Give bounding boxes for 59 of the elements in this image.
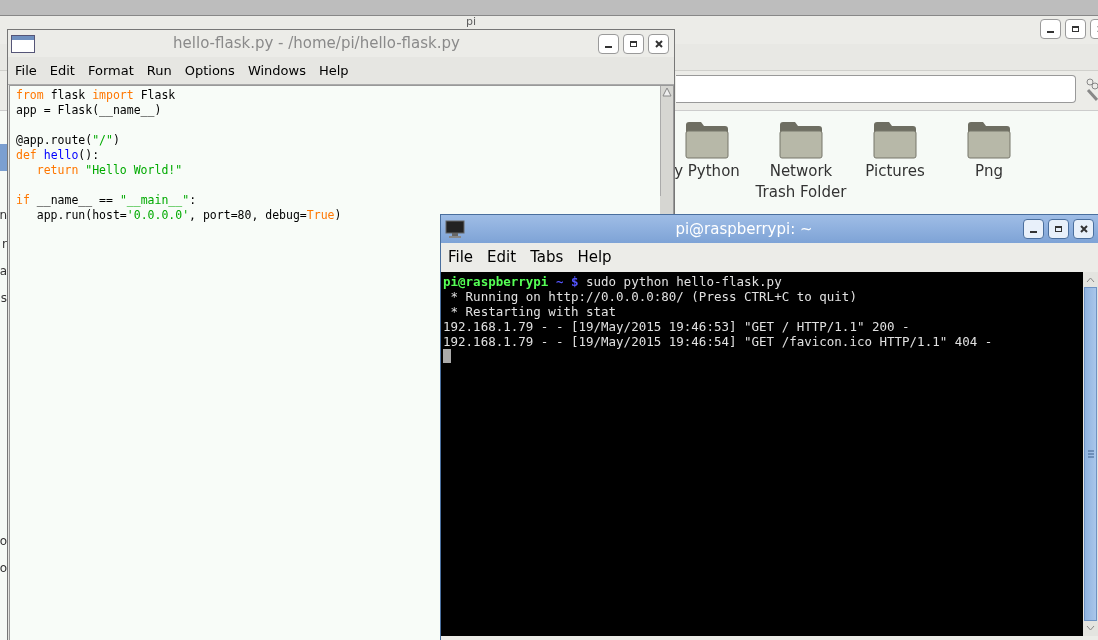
menu-item[interactable]: Help bbox=[577, 246, 612, 269]
close-button[interactable] bbox=[648, 33, 669, 54]
minimize-button[interactable] bbox=[598, 33, 619, 54]
terminal-line: pi@raspberrypi ~ $ sudo python hello-flask.py bbox=[443, 274, 782, 289]
folder-label[interactable]: y Python bbox=[674, 161, 740, 182]
scrollbar[interactable] bbox=[1083, 272, 1098, 636]
path-field[interactable] bbox=[676, 75, 1076, 103]
folder-icon bbox=[967, 121, 1011, 159]
menu-item[interactable]: Edit bbox=[487, 246, 517, 269]
code-line: @app.route("/") bbox=[16, 133, 120, 147]
sidebar-item[interactable]: a bbox=[0, 257, 7, 284]
folder-icon bbox=[685, 121, 729, 159]
tool-icon[interactable] bbox=[1085, 76, 1098, 102]
sidebar-item[interactable]: r bbox=[0, 230, 7, 257]
code-line: app.run(host='0.0.0.0', port=80, debug=True) bbox=[35, 208, 342, 222]
sidebar-item[interactable]: n bbox=[0, 201, 7, 228]
maximize-button[interactable] bbox=[1048, 219, 1069, 239]
terminal-line: 192.168.1.79 - - [19/May/2015 19:46:54] "GET /favicon.ico HTTP/1.1" 404 - bbox=[443, 334, 993, 349]
scroll-thumb[interactable] bbox=[1084, 287, 1097, 621]
code-line: from flask import Flask bbox=[16, 88, 176, 102]
menu-item[interactable]: File bbox=[15, 60, 37, 81]
code-line: if __name__ == "__main__": bbox=[16, 193, 197, 207]
folder-label[interactable]: Pictures bbox=[865, 161, 925, 182]
menu-item[interactable]: Format bbox=[87, 60, 134, 81]
minimize-button[interactable] bbox=[1023, 219, 1044, 239]
code-line: return "Hello World!" bbox=[35, 163, 183, 177]
cursor bbox=[443, 349, 451, 363]
window-icon bbox=[11, 34, 35, 53]
menu-item[interactable]: Windows bbox=[247, 60, 306, 81]
terminal-line: 192.168.1.79 - - [19/May/2015 19:46:53] "GET / HTTP/1.1" 200 - bbox=[443, 319, 910, 334]
window-title: hello-flask.py - /home/pi/hello-flask.py bbox=[172, 33, 461, 55]
close-icon bbox=[1079, 225, 1088, 233]
maximize-button[interactable] bbox=[1065, 19, 1086, 39]
sidebar-item[interactable]: s bbox=[0, 284, 7, 311]
folder-icon bbox=[873, 121, 917, 159]
monitor-icon bbox=[445, 220, 465, 238]
menu-item[interactable]: Run bbox=[146, 60, 172, 81]
sidebar-item[interactable]: o bbox=[0, 554, 7, 581]
close-icon bbox=[654, 39, 663, 48]
window-title: pi bbox=[466, 16, 477, 28]
menu-item[interactable]: Options bbox=[184, 60, 235, 81]
menu-item[interactable]: File bbox=[448, 246, 474, 269]
scrollbar[interactable] bbox=[660, 86, 673, 196]
menu-item[interactable]: Tabs bbox=[530, 246, 564, 269]
grip-icon bbox=[1087, 450, 1094, 458]
close-button[interactable] bbox=[1073, 219, 1094, 239]
minimize-button[interactable] bbox=[1040, 19, 1061, 39]
sidebar-item[interactable]: o bbox=[0, 527, 7, 554]
menu-item[interactable]: Edit bbox=[49, 60, 75, 81]
maximize-button[interactable] bbox=[623, 33, 644, 54]
terminal-line: * Running on http://0.0.0.0:80/ (Press CTRL+C to quit) bbox=[449, 289, 857, 304]
window-title: pi@raspberrypi: ~ bbox=[674, 218, 814, 240]
code-line: def hello(): bbox=[16, 148, 100, 162]
folder-icon bbox=[779, 121, 823, 159]
terminal-line: * Restarting with stat bbox=[449, 304, 617, 319]
folder-label[interactable]: Png bbox=[975, 161, 1003, 182]
folder-label[interactable]: Network Trash Folder bbox=[754, 161, 848, 203]
code-line: app = Flask(__name__) bbox=[16, 103, 162, 117]
menu-item[interactable]: Help bbox=[318, 60, 349, 81]
